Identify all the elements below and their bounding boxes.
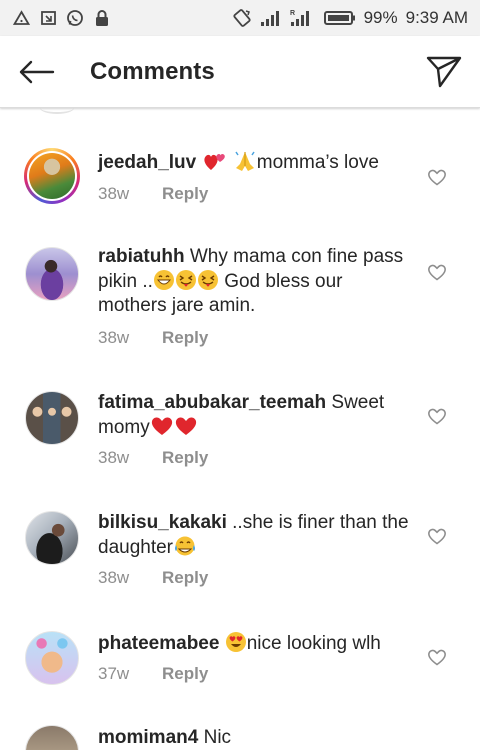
back-button[interactable]	[0, 36, 72, 108]
comment-time: 37w	[98, 664, 130, 683]
username[interactable]: bilkisu_kakaki	[98, 512, 227, 533]
reply-button[interactable]: Reply	[162, 328, 208, 348]
comment-time: 38w	[98, 328, 130, 347]
comment-text: jeedah_luv momma’s love	[98, 150, 414, 175]
username[interactable]: jeedah_luv	[98, 152, 196, 173]
username[interactable]: phateemabee	[98, 633, 219, 654]
comment-meta: 38w Reply	[98, 328, 208, 348]
comments-list[interactable]: jeedah_luv momma’s love 38w Reply rabiat…	[0, 108, 480, 750]
avatar[interactable]	[24, 246, 80, 302]
comment-content: momma’s love	[256, 152, 379, 173]
status-time: 9:39 AM	[405, 8, 468, 27]
like-heart-icon[interactable]	[427, 648, 447, 666]
grinning-emoji-icon	[153, 269, 175, 291]
tongue-wink-emoji-icon	[197, 269, 219, 291]
red-heart-emoji-icon	[174, 415, 198, 437]
comment-time: 38w	[98, 568, 130, 587]
page-title: Comments	[90, 57, 215, 85]
comment-meta: 38w Reply	[98, 184, 208, 204]
scroll-hint	[40, 108, 74, 114]
direct-send-icon	[426, 56, 462, 87]
avatar[interactable]	[24, 148, 80, 204]
reply-button[interactable]: Reply	[162, 664, 208, 684]
reply-button[interactable]: Reply	[162, 448, 208, 468]
comment-meta: 38w Reply	[98, 568, 208, 588]
like-heart-icon[interactable]	[427, 527, 447, 545]
reply-button[interactable]: Reply	[162, 184, 208, 204]
battery-percent: 99%	[363, 8, 398, 27]
avatar[interactable]	[24, 390, 80, 446]
screenshot-icon	[39, 9, 57, 27]
heart-eyes-emoji-icon	[225, 631, 247, 653]
signal-strength-icon	[260, 9, 282, 27]
lock-icon	[93, 9, 111, 27]
notification-icons	[12, 9, 111, 27]
tears-of-joy-emoji-icon	[173, 535, 196, 557]
comment-text: momiman4 Nic	[98, 726, 414, 750]
comment-meta: 37w Reply	[98, 664, 208, 684]
svg-text:R: R	[290, 10, 295, 17]
like-heart-icon[interactable]	[427, 168, 447, 186]
rotation-lock-icon	[232, 8, 252, 28]
username[interactable]: momiman4	[98, 727, 198, 748]
app-header: Comments	[0, 36, 480, 108]
avatar[interactable]	[24, 630, 80, 686]
whatsapp-icon	[66, 9, 84, 27]
status-bar: R 99% 9:39 AM	[0, 0, 480, 36]
red-heart-emoji-icon	[150, 415, 174, 437]
two-hearts-emoji-icon	[202, 150, 228, 172]
battery-icon	[323, 10, 356, 26]
like-heart-icon[interactable]	[427, 407, 447, 425]
share-button[interactable]	[408, 36, 480, 108]
comment-time: 38w	[98, 184, 130, 203]
avatar[interactable]	[24, 510, 80, 566]
alert-triangle-icon	[12, 9, 30, 27]
comment-content: Nic	[203, 727, 232, 748]
comment-text: phateemabee nice looking wlh	[98, 631, 414, 656]
username[interactable]: rabiatuhh	[98, 246, 185, 267]
comment-time: 38w	[98, 448, 130, 467]
comment-text: rabiatuhh Why mama con fine pass pikin .…	[98, 245, 414, 318]
signal-roaming-icon: R	[290, 8, 316, 28]
avatar[interactable]	[24, 724, 80, 750]
comment-content: nice looking wlh	[246, 633, 381, 654]
praying-hands-emoji-icon	[233, 150, 257, 172]
tongue-wink-emoji-icon	[175, 269, 197, 291]
comment-text: fatima_abubakar_teemah Sweet momy	[98, 391, 414, 440]
like-heart-icon[interactable]	[427, 263, 447, 281]
back-arrow-icon	[19, 60, 55, 83]
comment-meta: 38w Reply	[98, 448, 208, 468]
reply-button[interactable]: Reply	[162, 568, 208, 588]
username[interactable]: fatima_abubakar_teemah	[98, 392, 326, 413]
comment-text: bilkisu_kakaki ..she is finer than the d…	[98, 511, 414, 560]
